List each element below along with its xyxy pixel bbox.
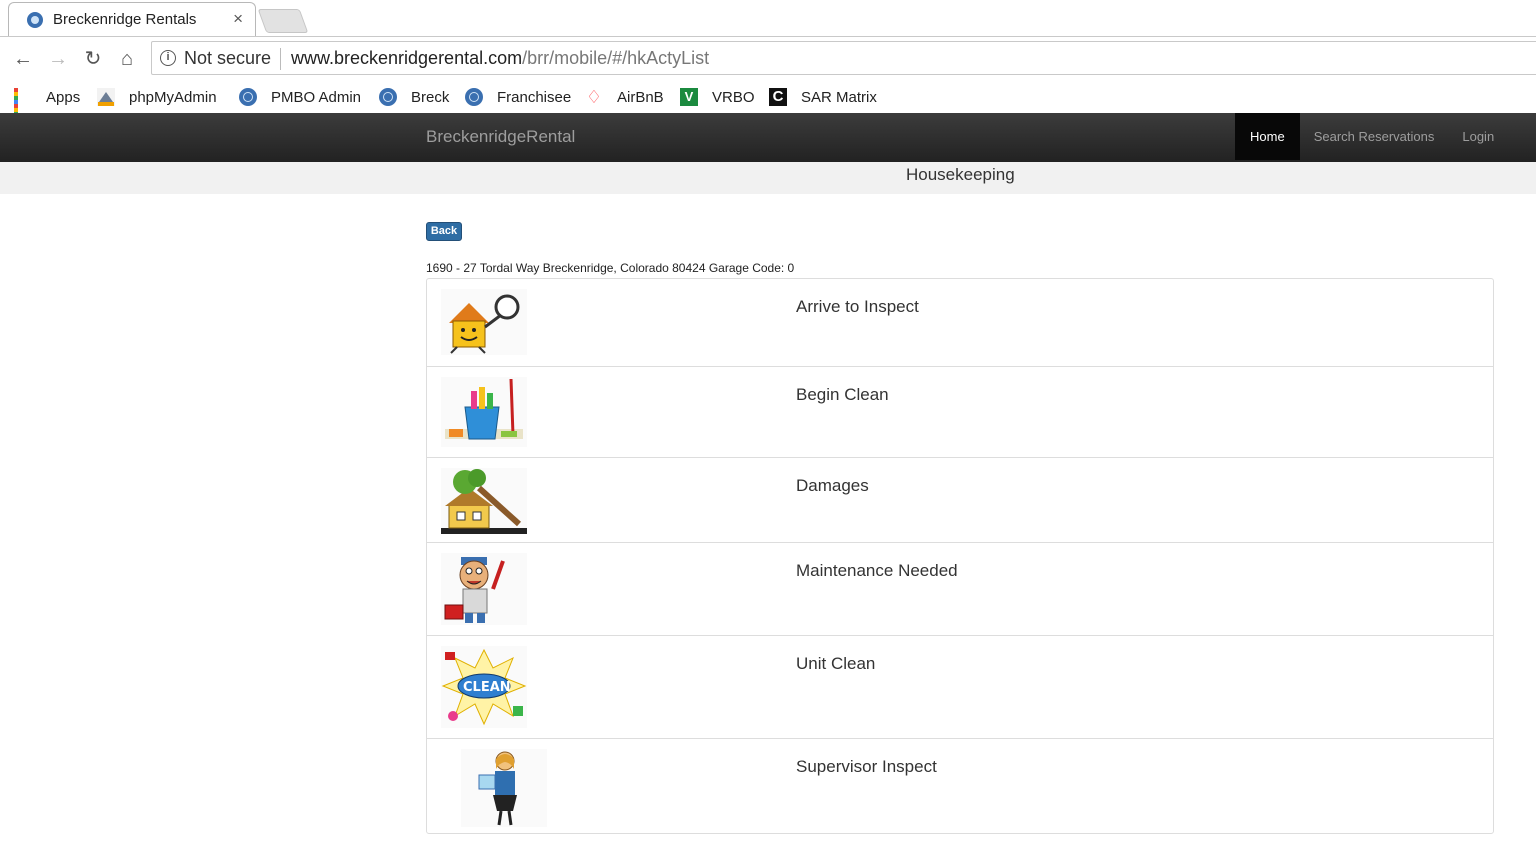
property-address: 1690 - 27 Tordal Way Breckenridge, Color… [426, 261, 795, 275]
bookmark-label: PMBO Admin [271, 88, 362, 106]
activity-label[interactable]: Damages [796, 476, 869, 496]
fallen-tree-house-image [441, 468, 527, 534]
address-divider [280, 48, 281, 70]
activity-row-begin-clean[interactable]: Begin Clean [427, 366, 1493, 457]
bookmark-phpmyadmin[interactable]: phpMyAdmin [97, 86, 217, 108]
back-arrow-icon[interactable]: ← [11, 47, 35, 71]
info-icon[interactable]: i [160, 50, 176, 66]
clean-burst-image: CLEAN [441, 646, 527, 728]
nav-home[interactable]: Home [1235, 113, 1300, 160]
url-host: www.breckenridgerental.com [291, 48, 523, 68]
url-text[interactable]: www.breckenridgerental.com/brr/mobile/#/… [291, 48, 709, 69]
bookmark-franchisee[interactable]: Franchisee [465, 86, 571, 108]
activity-label[interactable]: Begin Clean [796, 385, 889, 405]
airbnb-icon: ♢ [585, 87, 603, 107]
site-navbar: BreckenridgeRental Home Search Reservati… [0, 113, 1536, 162]
bookmark-label: Breck [411, 88, 450, 106]
activity-row-supervisor-inspect[interactable]: Supervisor Inspect [427, 738, 1493, 833]
bookmark-breck[interactable]: Breck [379, 86, 449, 108]
bookmark-apps[interactable]: Apps [14, 86, 81, 124]
tab-title: Breckenridge Rentals [53, 11, 197, 28]
back-button[interactable]: Back [426, 222, 462, 241]
bookmark-vrbo[interactable]: V VRBO [680, 86, 755, 108]
bookmark-pmbo-admin[interactable]: PMBO Admin [239, 86, 361, 108]
svg-text:CLEAN: CLEAN [463, 680, 511, 695]
site-brand[interactable]: BreckenridgeRental [426, 127, 575, 147]
bookmark-label: Franchisee [497, 88, 572, 106]
browser-tab[interactable]: Breckenridge Rentals × [8, 2, 256, 36]
nav-login[interactable]: Login [1448, 113, 1508, 160]
bookmarks-bar: Apps phpMyAdmin PMBO Admin Breck Franchi… [0, 81, 1536, 124]
activity-label[interactable]: Supervisor Inspect [796, 757, 937, 777]
bookmark-label: SAR Matrix [801, 88, 877, 106]
forward-arrow-icon[interactable]: → [46, 47, 70, 71]
nav-links: Home Search Reservations Login [1235, 113, 1508, 162]
reload-icon[interactable]: ↻ [81, 47, 105, 71]
browser-tabstrip: Breckenridge Rentals × [0, 0, 1536, 37]
page-subheader: Housekeeping [0, 162, 1536, 194]
bookmark-label: VRBO [712, 88, 755, 106]
nav-search-reservations[interactable]: Search Reservations [1300, 113, 1449, 160]
vrbo-icon: V [680, 88, 698, 106]
sar-icon: C [769, 88, 787, 106]
site-favicon-icon [27, 12, 43, 28]
phpmyadmin-icon [97, 88, 115, 106]
activity-row-arrive-to-inspect[interactable]: Arrive to Inspect [427, 279, 1493, 366]
bookmark-label: phpMyAdmin [129, 88, 217, 106]
page-title: Housekeeping [906, 165, 1015, 184]
activity-row-unit-clean[interactable]: CLEAN Unit Clean [427, 635, 1493, 738]
plumber-image [441, 553, 527, 625]
activity-label[interactable]: Arrive to Inspect [796, 297, 919, 317]
globe-icon [465, 88, 483, 106]
address-bar[interactable]: i Not secure www.breckenridgerental.com/… [151, 41, 1536, 75]
cleaning-bucket-image [441, 377, 527, 447]
activity-row-maintenance-needed[interactable]: Maintenance Needed [427, 542, 1493, 635]
bookmark-label: AirBnB [617, 88, 664, 106]
activity-label[interactable]: Maintenance Needed [796, 561, 958, 581]
bookmark-airbnb[interactable]: ♢ AirBnB [585, 86, 664, 108]
new-tab-button[interactable] [257, 9, 309, 33]
tab-close-icon[interactable]: × [233, 9, 243, 29]
activity-list: Arrive to Inspect Begin Clean Damages Ma… [426, 278, 1494, 834]
bookmark-label: Apps [46, 88, 81, 106]
supervisor-clipboard-image [461, 749, 547, 827]
globe-icon [379, 88, 397, 106]
activity-row-damages[interactable]: Damages [427, 457, 1493, 542]
apps-grid-icon [14, 88, 32, 124]
browser-toolbar: ← → ↻ ⌂ i Not secure www.breckenridgeren… [0, 37, 1536, 81]
url-path: /brr/mobile/#/hkActyList [522, 48, 710, 68]
activity-label[interactable]: Unit Clean [796, 654, 875, 674]
globe-icon [239, 88, 257, 106]
house-inspect-image [441, 289, 527, 355]
home-icon[interactable]: ⌂ [115, 47, 139, 71]
bookmark-sar-matrix[interactable]: C SAR Matrix [769, 86, 877, 108]
security-label[interactable]: Not secure [184, 48, 271, 69]
